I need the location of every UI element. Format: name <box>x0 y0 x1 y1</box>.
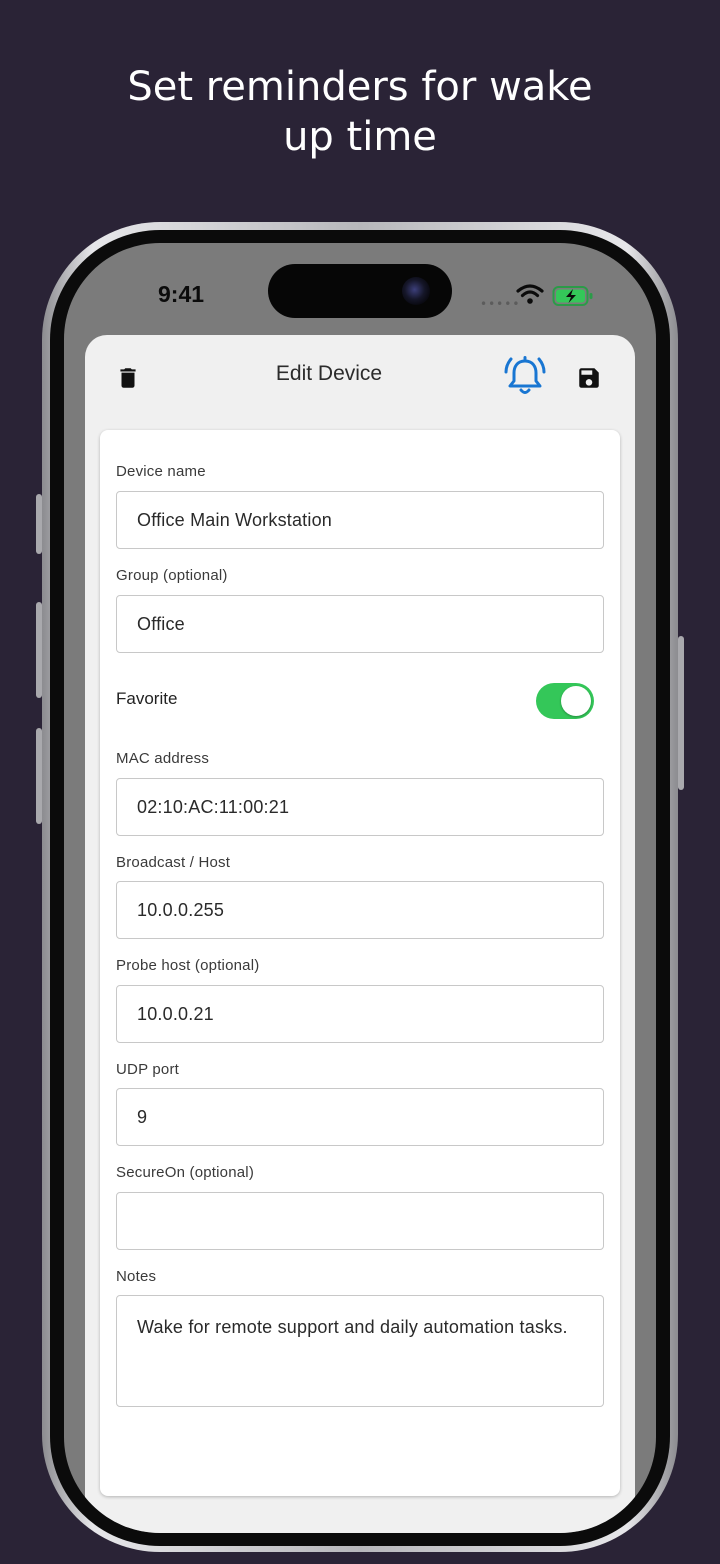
app-bar: Edit Device <box>85 335 635 423</box>
save-icon <box>579 368 599 388</box>
bell-icon <box>504 356 546 394</box>
battery-charging-icon <box>552 286 593 306</box>
broadcast-host-label: Broadcast / Host <box>116 854 231 871</box>
group-field[interactable]: Office <box>116 595 604 653</box>
phone-volume-up <box>36 602 42 698</box>
phone-mute-switch <box>36 494 42 554</box>
promo-headline-line1: Set reminders for wake <box>127 64 593 110</box>
notes-field[interactable]: Wake for remote support and daily automa… <box>116 1295 604 1407</box>
edit-device-sheet: Edit Device Device name Office Main Work… <box>85 335 635 1533</box>
signal-icon: ••••• <box>480 297 521 311</box>
promo-headline-line2: up time <box>283 114 437 160</box>
mac-address-label: MAC address <box>116 750 210 767</box>
notes-label: Notes <box>116 1268 157 1285</box>
device-name-field[interactable]: Office Main Workstation <box>116 491 604 549</box>
udp-port-field[interactable]: 9 <box>116 1088 604 1146</box>
broadcast-host-field[interactable]: 10.0.0.255 <box>116 881 604 939</box>
probe-host-label: Probe host (optional) <box>116 957 260 974</box>
camera-icon <box>402 277 430 305</box>
probe-host-field[interactable]: 10.0.0.21 <box>116 985 604 1043</box>
secureon-field[interactable] <box>116 1192 604 1250</box>
device-name-label: Device name <box>116 463 206 480</box>
dynamic-island <box>268 264 452 318</box>
status-time: 9:41 <box>158 281 205 307</box>
save-button[interactable] <box>576 365 602 391</box>
favorite-label: Favorite <box>116 689 178 708</box>
mac-address-field[interactable]: 02:10:AC:11:00:21 <box>116 778 604 836</box>
promo-headline: Set reminders for wake up time <box>60 62 660 162</box>
device-form-card: Device name Office Main Workstation Grou… <box>100 430 620 1496</box>
page-title: Edit Device <box>275 362 383 385</box>
phone-power-button <box>678 636 684 790</box>
udp-port-label: UDP port <box>116 1061 180 1078</box>
wifi-icon <box>516 284 544 304</box>
secureon-label: SecureOn (optional) <box>116 1164 255 1181</box>
favorite-toggle[interactable] <box>536 683 594 719</box>
reminder-button[interactable] <box>503 353 547 399</box>
phone-volume-down <box>36 728 42 824</box>
toggle-knob <box>561 686 591 716</box>
phone-screen: 9:41 ••••• Edit Device Device name Offic… <box>64 243 656 1533</box>
group-label: Group (optional) <box>116 567 228 584</box>
